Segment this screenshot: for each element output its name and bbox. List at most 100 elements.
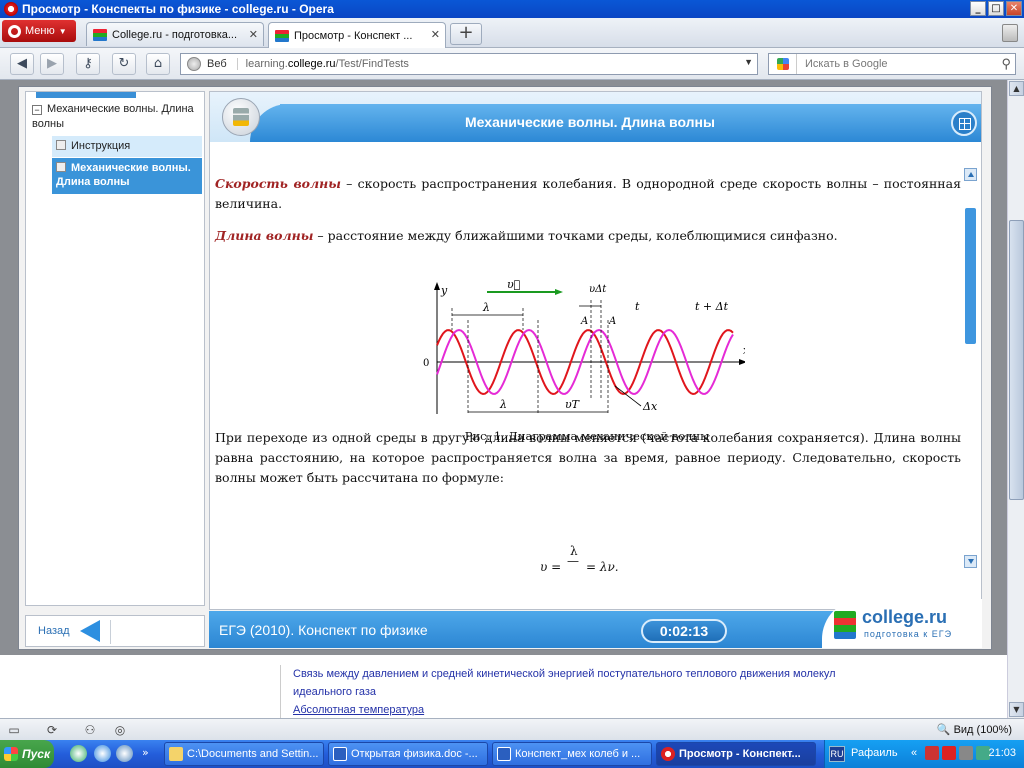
- windows-taskbar: Пуск » C:\Documents and Settin... Открыт…: [0, 740, 1024, 768]
- taskbar-item-word-1[interactable]: Открытая физика.doc -...: [328, 742, 488, 766]
- scroll-down-icon[interactable]: [964, 555, 977, 568]
- window-title: Просмотр - Конспекты по физике - college…: [22, 2, 334, 16]
- scroll-thumb[interactable]: [965, 208, 976, 344]
- taskbar-item-label: Открытая физика.doc -...: [351, 748, 478, 760]
- opera-logo-icon: [4, 2, 18, 16]
- underlying-page-list: Связь между давлением и средней кинетиче…: [280, 665, 940, 719]
- trash-icon[interactable]: [1002, 24, 1018, 42]
- formula-rhs: = λν.: [586, 560, 619, 574]
- taskbar-item-label: Просмотр - Конспект...: [679, 748, 801, 760]
- address-url[interactable]: learning.college.ru/Test/FindTests: [246, 58, 409, 70]
- maximize-button[interactable]: □: [988, 1, 1004, 16]
- lambda-top-label: λ: [482, 301, 490, 314]
- toc-scroll-top: [36, 92, 136, 98]
- table-of-contents: − Механические волны. Длина волны Инструк…: [25, 91, 205, 606]
- close-button[interactable]: ✕: [1006, 1, 1022, 16]
- close-tab-icon[interactable]: ✕: [249, 28, 258, 41]
- origin-label: 0: [423, 358, 429, 369]
- list-item[interactable]: Абсолютная температура: [280, 701, 940, 719]
- taskbar-item-label: C:\Documents and Settin...: [187, 748, 319, 760]
- key-icon[interactable]: ⚷: [76, 53, 100, 75]
- minimize-button[interactable]: _: [970, 1, 986, 16]
- tray-app-icon[interactable]: [925, 746, 939, 760]
- content-scrollbar[interactable]: [963, 168, 979, 568]
- toc-item-instruction[interactable]: Инструкция: [52, 136, 202, 157]
- browser-icon[interactable]: [116, 745, 133, 762]
- media-icon[interactable]: [70, 745, 87, 762]
- modal-overlay: − Механические волны. Длина волны Инструк…: [0, 80, 1007, 655]
- tab-label: College.ru - подготовка...: [112, 28, 238, 41]
- page-icon: [56, 162, 66, 172]
- speaker-icon[interactable]: [959, 746, 973, 760]
- menu-label: Меню: [25, 25, 55, 37]
- address-bar[interactable]: Веб learning.college.ru/Test/FindTests ▼: [180, 53, 758, 75]
- home-button[interactable]: ⌂: [146, 53, 170, 75]
- y-axis-label: y: [440, 284, 448, 297]
- search-placeholder: Искать в Google: [805, 58, 888, 70]
- windows-flag-icon: [4, 747, 18, 761]
- paragraph-wavelength: Длина волны – расстояние между ближайшим…: [215, 226, 961, 246]
- tray-app-icon[interactable]: [942, 746, 956, 760]
- turbo-icon[interactable]: ◎: [112, 722, 128, 738]
- figure-caption: Рис. 1. Диаграмма механической волны: [464, 429, 710, 443]
- start-button[interactable]: Пуск: [0, 740, 54, 768]
- quicklaunch-more-icon[interactable]: »: [142, 746, 149, 759]
- window-title-bar: Просмотр - Конспекты по физике - college…: [0, 0, 1024, 18]
- tab-bar: Меню ▼ College.ru - подготовка... ✕ Прос…: [0, 18, 1024, 48]
- search-box[interactable]: Искать в Google ⚲: [768, 53, 1016, 75]
- clock: 21:03: [988, 747, 1016, 759]
- lesson-header: Механические волны. Длина волны: [210, 92, 981, 142]
- taskbar-item-explorer[interactable]: C:\Documents and Settin...: [164, 742, 324, 766]
- toc-item-label: Механические волны. Длина волны: [56, 162, 191, 188]
- college-logo: college.ru подготовка к ЕГЭ: [822, 599, 982, 648]
- google-icon[interactable]: [769, 54, 797, 74]
- forward-button[interactable]: ▶: [40, 53, 64, 75]
- back-arrow-icon[interactable]: [79, 620, 100, 642]
- notes-icon: [222, 98, 260, 136]
- reload-button[interactable]: ↻: [112, 53, 136, 75]
- collapse-icon[interactable]: −: [32, 105, 42, 115]
- scroll-down-icon[interactable]: ▼: [1009, 702, 1024, 717]
- page-scrollbar[interactable]: ▲ ▼: [1007, 80, 1024, 718]
- toc-item-current[interactable]: Механические волны. Длина волны: [52, 158, 202, 194]
- timer-badge: 0:02:13: [641, 619, 727, 643]
- ie-icon[interactable]: [94, 745, 111, 762]
- scroll-up-icon[interactable]: ▲: [1009, 81, 1024, 96]
- scroll-up-icon[interactable]: [964, 168, 977, 181]
- close-tab-icon[interactable]: ✕: [431, 28, 440, 41]
- address-web-label: Веб: [207, 58, 238, 70]
- tab-lesson[interactable]: Просмотр - Конспект ... ✕: [268, 22, 446, 48]
- search-icon[interactable]: ⚲: [1001, 56, 1011, 72]
- unite-icon[interactable]: ⚇: [82, 722, 98, 738]
- divider: [110, 620, 111, 644]
- wave-diagram: y x 0 υ⃗ λ υΔt A A t t + Δt λ υT: [423, 280, 745, 414]
- v-dt-label: υΔt: [589, 284, 607, 295]
- page-icon: [56, 140, 66, 150]
- toc-node[interactable]: − Механические волны. Длина волны: [32, 102, 200, 132]
- sync-icon[interactable]: ⟳: [44, 722, 60, 738]
- folder-icon: [169, 747, 183, 761]
- opera-menu-button[interactable]: Меню ▼: [2, 20, 76, 42]
- new-tab-button[interactable]: +: [450, 23, 482, 45]
- back-link[interactable]: Назад: [38, 625, 70, 637]
- grid-menu-icon[interactable]: [951, 110, 977, 136]
- zoom-level[interactable]: 🔍 Вид (100%): [937, 723, 1012, 736]
- panel-toggle-icon[interactable]: ▭: [6, 722, 22, 738]
- language-indicator[interactable]: RU: [829, 746, 845, 762]
- back-button[interactable]: ◀: [10, 53, 34, 75]
- term-speed: Скорость волны: [215, 176, 341, 191]
- scroll-thumb[interactable]: [1009, 220, 1024, 500]
- taskbar-item-label: Конспект_мех колеб и ...: [515, 748, 641, 760]
- logo-text: college.ru: [862, 607, 948, 627]
- list-item[interactable]: Связь между давлением и средней кинетиче…: [280, 665, 940, 701]
- tab-college[interactable]: College.ru - подготовка... ✕: [86, 22, 264, 46]
- user-name: Рафаиль: [851, 747, 898, 759]
- address-dropdown-icon[interactable]: ▼: [744, 57, 753, 67]
- taskbar-item-opera[interactable]: Просмотр - Конспект...: [656, 742, 816, 766]
- course-title: ЕГЭ (2010). Конспект по физике: [219, 622, 428, 638]
- taskbar-item-word-2[interactable]: Конспект_мех колеб и ...: [492, 742, 652, 766]
- text: – расстояние между ближайшими точками ср…: [313, 228, 838, 243]
- paragraph-speed: Скорость волны – скорость распространени…: [215, 174, 961, 214]
- lesson-title: Механические волны. Длина волны: [465, 114, 715, 130]
- tray-expand-icon[interactable]: «: [911, 747, 917, 759]
